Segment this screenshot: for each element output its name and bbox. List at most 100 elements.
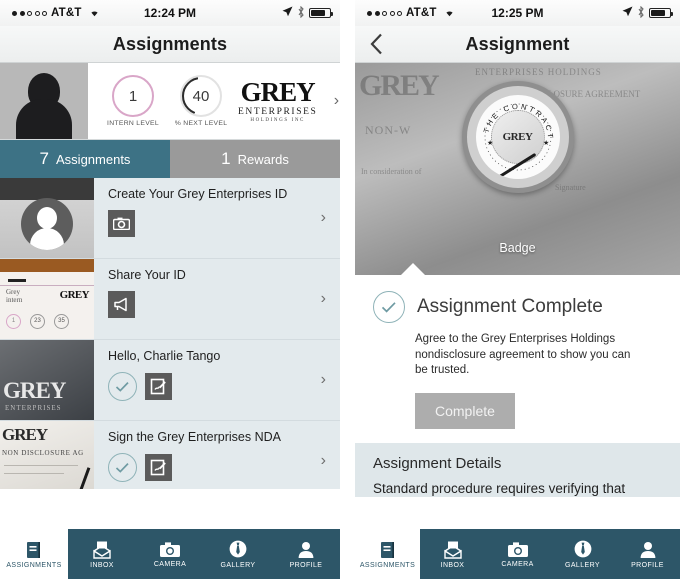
- assignment-thumbnail: [0, 178, 94, 258]
- hero-notch: [400, 263, 426, 275]
- notebook-icon: [380, 541, 394, 558]
- list-item-title: Share Your ID: [108, 268, 186, 282]
- next-level-value: 40: [184, 79, 218, 113]
- envelope-icon: [93, 541, 111, 559]
- intern-level-label: INTERN LEVEL: [107, 120, 159, 127]
- tab-bar-label: GALLERY: [565, 561, 600, 569]
- phone-screen-assignments-list: AT&T 12:24 PM Assignments 1 INTERN LEVEL: [0, 0, 340, 579]
- sign-document-icon[interactable]: [145, 454, 172, 481]
- tab-bar-item-inbox[interactable]: INBOX: [68, 529, 136, 579]
- tab-bar-item-assignments[interactable]: ASSIGNMENTS: [0, 529, 68, 579]
- check-circle-icon: [373, 291, 405, 323]
- tab-bar-label: GALLERY: [220, 561, 256, 569]
- necktie-icon: [229, 540, 247, 557]
- tab-rewards-label: Rewards: [237, 151, 289, 167]
- avatar[interactable]: [0, 63, 88, 139]
- tab-bar-item-camera[interactable]: CAMERA: [136, 529, 204, 579]
- tab-assignments-label: Assignments: [56, 151, 131, 167]
- tab-bar-label: PROFILE: [289, 561, 323, 569]
- assignment-details-title: Assignment Details: [373, 454, 502, 472]
- phone-screen-assignment-detail: AT&T 12:25 PM Assignment GREY ENTERPRISE…: [355, 0, 680, 579]
- bottom-tab-bar: ASSIGNMENTS INBOX CAMERA GALLERY PROFILE: [0, 529, 340, 579]
- assignments-list: Create Your Grey Enterprises ID › Grey in…: [0, 178, 340, 489]
- badge-hero-image: GREY ENTERPRISES HOLDINGS NON-DISCLOSURE…: [355, 63, 680, 275]
- chevron-right-icon[interactable]: ›: [321, 371, 326, 389]
- status-bar: AT&T 12:25 PM: [355, 0, 680, 26]
- back-button[interactable]: [365, 30, 387, 58]
- brand-logo: GREY ENTERPRISES HOLDINGS INC: [238, 77, 321, 124]
- camera-icon[interactable]: [108, 210, 135, 237]
- assignment-description: Agree to the Grey Enterprises Holdings n…: [415, 333, 631, 377]
- list-item[interactable]: Create Your Grey Enterprises ID ›: [0, 178, 340, 259]
- next-level-ring: 40: [180, 75, 222, 117]
- tab-bar-item-profile[interactable]: PROFILE: [272, 529, 340, 579]
- sign-document-icon[interactable]: [145, 373, 172, 400]
- list-item[interactable]: Grey intern GREY 1 23 35 Share Your ID ›: [0, 259, 340, 340]
- list-item-title: Hello, Charlie Tango: [108, 349, 221, 363]
- segmented-tabs: 7 Assignments 1 Rewards: [0, 140, 340, 178]
- assignment-details-body: Standard procedure requires verifying th…: [373, 480, 626, 496]
- svg-text:THE CONTRACT: THE CONTRACT: [481, 102, 555, 141]
- megaphone-icon[interactable]: [108, 291, 135, 318]
- nav-bar: Assignment: [355, 26, 680, 63]
- assignment-thumbnail: Grey intern GREY 1 23 35: [0, 259, 94, 339]
- camera-icon: [160, 541, 180, 557]
- list-item[interactable]: GREY ENTERPRISES Hello, Charlie Tango ›: [0, 340, 340, 421]
- svg-text:★: ★: [543, 139, 549, 147]
- tab-assignments[interactable]: 7 Assignments: [0, 140, 170, 178]
- tab-bar-label: ASSIGNMENTS: [359, 561, 416, 569]
- assignment-details-section: Assignment Details Standard procedure re…: [355, 442, 680, 498]
- battery-icon: [649, 8, 673, 18]
- chevron-right-icon[interactable]: ›: [327, 92, 340, 110]
- contract-badge-seal: THE CONTRACT ★ ★ GREY: [461, 81, 574, 193]
- assignment-complete-title: Assignment Complete: [417, 296, 603, 317]
- status-bar: AT&T 12:24 PM: [0, 0, 340, 26]
- list-item-title: Sign the Grey Enterprises NDA: [108, 430, 281, 444]
- check-circle-icon[interactable]: [108, 453, 137, 482]
- assignment-complete-section: Assignment Complete Agree to the Grey En…: [355, 275, 680, 443]
- complete-button[interactable]: Complete: [415, 392, 515, 429]
- profile-header[interactable]: 1 INTERN LEVEL 40 % NEXT LEVEL GREY ENTE…: [0, 63, 340, 140]
- tab-bar-label: ASSIGNMENTS: [6, 561, 62, 569]
- svg-text:★: ★: [487, 139, 493, 147]
- tab-bar-label: CAMERA: [153, 560, 187, 568]
- next-level-label: % NEXT LEVEL: [174, 120, 228, 127]
- bluetooth-icon: [637, 5, 645, 21]
- tab-bar-item-assignments[interactable]: ASSIGNMENTS: [355, 529, 420, 579]
- chevron-right-icon[interactable]: ›: [321, 452, 326, 470]
- tab-bar-item-camera[interactable]: CAMERA: [485, 529, 550, 579]
- bluetooth-icon: [297, 5, 305, 21]
- tab-bar-label: PROFILE: [631, 561, 664, 569]
- tab-bar-label: INBOX: [90, 561, 114, 569]
- bottom-tab-bar: ASSIGNMENTS INBOX CAMERA GALLERY PROFILE: [355, 529, 680, 579]
- tab-assignments-count: 7: [39, 149, 50, 168]
- tab-rewards[interactable]: 1 Rewards: [170, 140, 340, 178]
- battery-icon: [309, 8, 333, 18]
- tab-bar-item-gallery[interactable]: GALLERY: [204, 529, 272, 579]
- location-arrow-icon: [622, 6, 633, 20]
- profile-stats: 1 INTERN LEVEL 40 % NEXT LEVEL GREY ENTE…: [88, 63, 340, 139]
- status-bar-right: [622, 5, 673, 21]
- brand-logo-sub1: ENTERPRISES: [238, 107, 318, 117]
- assignment-thumbnail: GREY ENTERPRISES: [0, 340, 94, 420]
- page-title: Assignment: [465, 33, 570, 54]
- chevron-right-icon[interactable]: ›: [321, 209, 326, 227]
- list-item[interactable]: GREY NON DISCLOSURE AG Sign the Grey Ent…: [0, 421, 340, 489]
- envelope-icon: [443, 541, 462, 559]
- list-item-title: Create Your Grey Enterprises ID: [108, 187, 288, 201]
- tab-bar-label: CAMERA: [501, 560, 534, 568]
- tab-bar-item-profile[interactable]: PROFILE: [615, 529, 680, 579]
- chevron-right-icon[interactable]: ›: [321, 290, 326, 308]
- location-arrow-icon: [282, 6, 293, 20]
- brand-logo-main: GREY: [240, 77, 316, 107]
- camera-icon: [507, 541, 528, 557]
- tab-rewards-count: 1: [221, 149, 231, 168]
- tab-bar-item-inbox[interactable]: INBOX: [420, 529, 485, 579]
- intern-level-stat: 1 INTERN LEVEL: [102, 75, 164, 127]
- notebook-icon: [27, 541, 40, 558]
- tab-bar-item-gallery[interactable]: GALLERY: [550, 529, 615, 579]
- person-icon: [640, 541, 655, 558]
- person-icon: [298, 541, 314, 558]
- check-circle-icon[interactable]: [108, 372, 137, 401]
- intern-level-value: 1: [112, 75, 154, 117]
